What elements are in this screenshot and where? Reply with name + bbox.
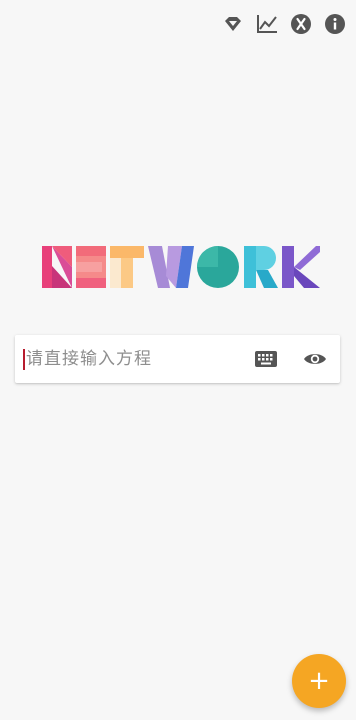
chart-icon[interactable] <box>256 13 278 35</box>
equation-input-card <box>15 335 340 383</box>
diamond-icon[interactable] <box>222 13 244 35</box>
x-circle-icon[interactable] <box>290 13 312 35</box>
app-screen: + <box>0 0 356 720</box>
eye-icon[interactable] <box>302 347 328 371</box>
plus-icon: + <box>308 666 330 696</box>
info-icon[interactable] <box>324 13 346 35</box>
top-toolbar <box>222 12 346 36</box>
equation-input[interactable] <box>26 345 246 373</box>
network-logo <box>42 246 320 288</box>
text-caret <box>23 349 25 370</box>
add-fab-button[interactable]: + <box>292 654 346 708</box>
keyboard-icon[interactable] <box>253 347 279 371</box>
